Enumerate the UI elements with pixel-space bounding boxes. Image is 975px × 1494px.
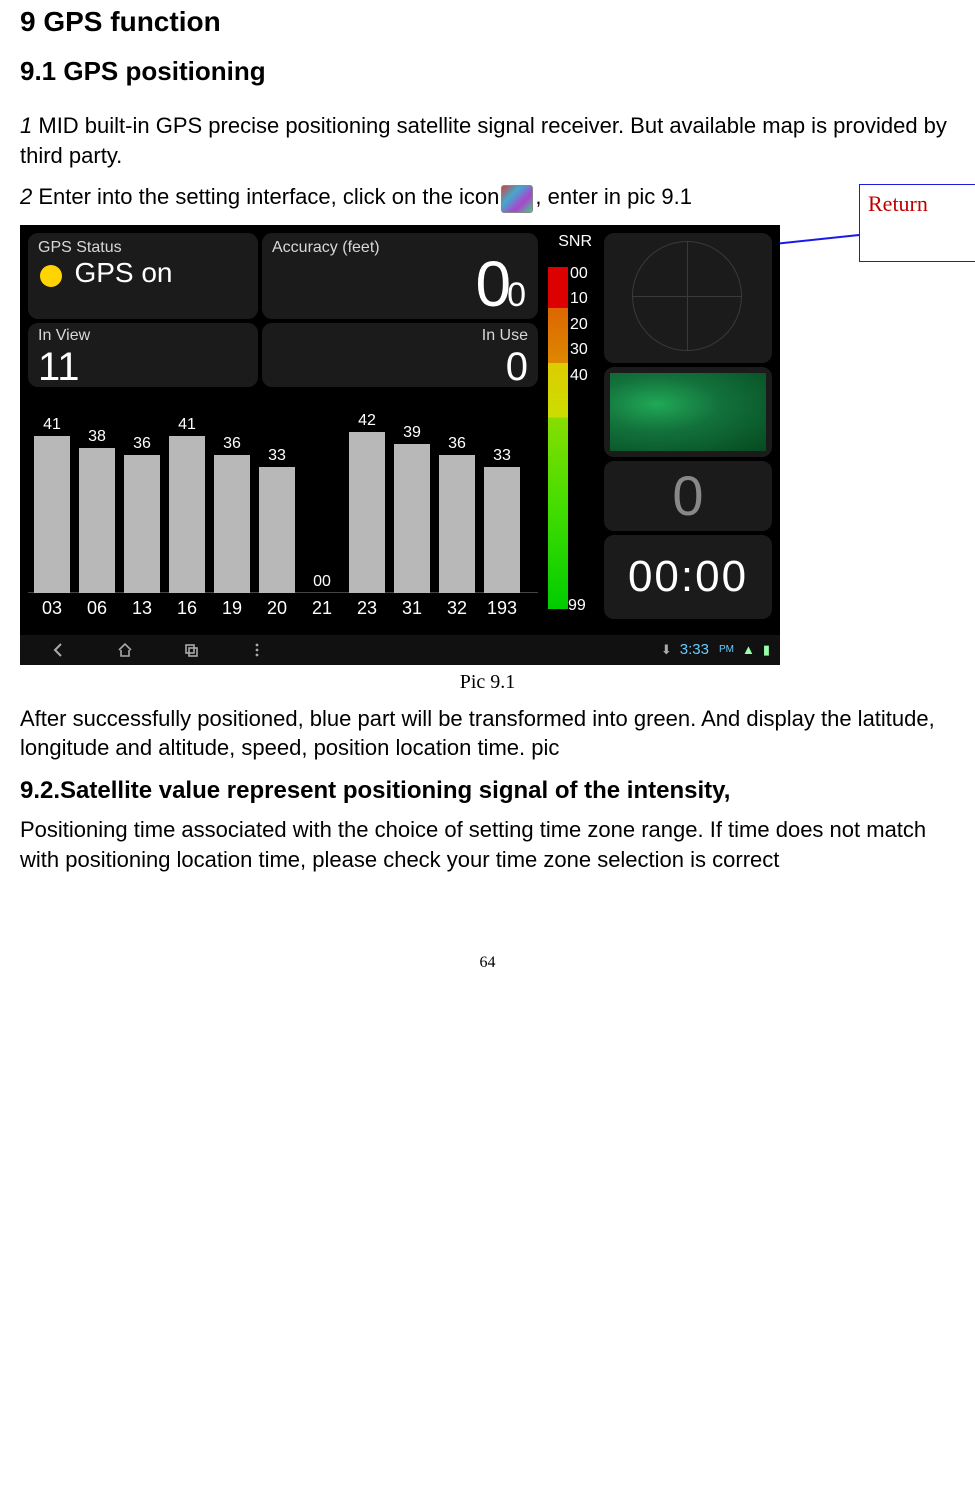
battery-icon: ▮ — [763, 642, 770, 658]
status-bar-right: ⬇ 3:33 PM ▲ ▮ — [661, 641, 780, 658]
world-map-graphic — [610, 373, 766, 451]
satellite-bar-value: 36 — [439, 435, 475, 453]
paragraph-2-after-icon: , enter in pic 9.1 — [535, 184, 692, 209]
accuracy-value: 00 — [475, 247, 522, 321]
satellite-bar-value: 00 — [304, 573, 340, 591]
satellite-bar-id: 31 — [394, 598, 430, 619]
satellite-bar-value: 41 — [34, 416, 70, 434]
satellite-bar — [439, 455, 475, 593]
snr-label: SNR — [542, 233, 596, 251]
paragraph-9-2: Positioning time associated with the cho… — [20, 815, 955, 874]
in-view-value: 11 — [38, 345, 248, 390]
gps-app-icon — [501, 185, 533, 213]
satellite-bar-value: 41 — [169, 416, 205, 434]
download-icon: ⬇ — [661, 642, 672, 658]
status-ampm: PM — [719, 644, 734, 655]
paragraph-2-before-icon: Enter into the setting interface, click … — [32, 184, 499, 209]
satellite-bar-id: 13 — [124, 598, 160, 619]
paragraph-1-text: MID built-in GPS precise positioning sat… — [20, 113, 947, 168]
satellite-bar-value: 33 — [484, 447, 520, 465]
snr-gradient-bar — [548, 267, 568, 609]
page-number: 64 — [20, 954, 955, 972]
wifi-icon: ▲ — [742, 642, 755, 657]
satellite-bar — [169, 436, 205, 593]
android-navbar: ⬇ 3:33 PM ▲ ▮ — [20, 635, 780, 665]
snr-tick-1: 10 — [570, 286, 592, 312]
paragraph-after-pic: After successfully positioned, blue part… — [20, 704, 955, 763]
sky-plot-panel — [604, 233, 772, 363]
in-use-panel: In Use 0 — [262, 323, 538, 387]
gps-status-dot-icon — [40, 265, 62, 287]
return-callout-box: Return — [859, 184, 975, 262]
satellite-bar — [484, 467, 520, 593]
gps-on-text: GPS on — [74, 257, 172, 288]
figure-caption: Pic 9.1 — [20, 671, 955, 694]
satellite-bar-value: 36 — [214, 435, 250, 453]
accuracy-sub-digit: 0 — [507, 276, 522, 314]
satellite-bar-value: 42 — [349, 412, 385, 430]
satellite-bar-value: 39 — [394, 424, 430, 442]
accuracy-panel: Accuracy (feet) 00 — [262, 233, 538, 319]
satellite-bar — [124, 455, 160, 593]
satellite-bar — [34, 436, 70, 593]
paragraph-2: 2 Enter into the setting interface, clic… — [20, 182, 955, 212]
snr-ticks: 00 10 20 30 40 — [570, 261, 592, 389]
satellite-bar — [79, 448, 115, 593]
gps-status-row: GPS on — [28, 257, 258, 289]
accuracy-main-digit: 0 — [475, 248, 507, 320]
satellite-bar — [349, 432, 385, 593]
satellite-bar — [214, 455, 250, 593]
snr-tick-4: 40 — [570, 363, 592, 389]
satellite-bar — [394, 444, 430, 593]
subsection-heading-9-2: 9.2.Satellite value represent positionin… — [20, 777, 955, 805]
menu-icon[interactable] — [246, 639, 268, 661]
satellite-bar-id: 03 — [34, 598, 70, 619]
satellite-bar-id: 23 — [349, 598, 385, 619]
in-view-label: In View — [38, 327, 248, 345]
satellite-bar-id: 20 — [259, 598, 295, 619]
gps-status-label: GPS Status — [28, 233, 258, 257]
satellite-bar-id: 06 — [79, 598, 115, 619]
snr-tick-0: 00 — [570, 261, 592, 287]
recent-apps-icon[interactable] — [180, 639, 202, 661]
satellite-bar-id: 193 — [484, 598, 520, 619]
status-time: 3:33 — [680, 641, 709, 658]
world-map-panel — [604, 367, 772, 457]
in-use-value: 0 — [272, 345, 528, 390]
satellite-bar-id: 19 — [214, 598, 250, 619]
snr-tick-2: 20 — [570, 312, 592, 338]
back-icon[interactable] — [48, 639, 70, 661]
satellite-bar-id: 16 — [169, 598, 205, 619]
in-use-label: In Use — [272, 327, 528, 345]
return-callout-label: Return — [868, 191, 928, 216]
speed-panel: 0 — [604, 461, 772, 531]
list-number-1: 1 — [20, 113, 32, 138]
gps-screenshot: GPS Status GPS on Accuracy (feet) 00 In … — [20, 225, 780, 665]
list-number-2: 2 — [20, 184, 32, 209]
satellite-bar-id: 21 — [304, 598, 340, 619]
paragraph-1: 1 MID built-in GPS precise positioning s… — [20, 111, 955, 170]
sky-plot-hline — [632, 296, 742, 297]
section-heading: 9 GPS function — [20, 6, 955, 38]
in-view-panel: In View 11 — [28, 323, 258, 387]
home-icon[interactable] — [114, 639, 136, 661]
snr-bottom-value: 99 — [568, 597, 586, 615]
satellite-bar — [259, 467, 295, 593]
subsection-heading-9-1: 9.1 GPS positioning — [20, 56, 955, 87]
gps-status-panel: GPS Status GPS on — [28, 233, 258, 319]
snr-tick-3: 30 — [570, 337, 592, 363]
satellite-bar-value: 33 — [259, 447, 295, 465]
time-panel: 00:00 — [604, 535, 772, 619]
satellite-bar-value: 36 — [124, 435, 160, 453]
satellite-bar-id: 32 — [439, 598, 475, 619]
satellite-bar-value: 38 — [79, 428, 115, 446]
snr-column: SNR 00 10 20 30 40 99 — [542, 233, 596, 621]
satellite-bar-chart: 41 03 38 06 36 13 41 16 36 19 33 20 00 21 42 23 39 31 36 32… — [28, 393, 538, 621]
